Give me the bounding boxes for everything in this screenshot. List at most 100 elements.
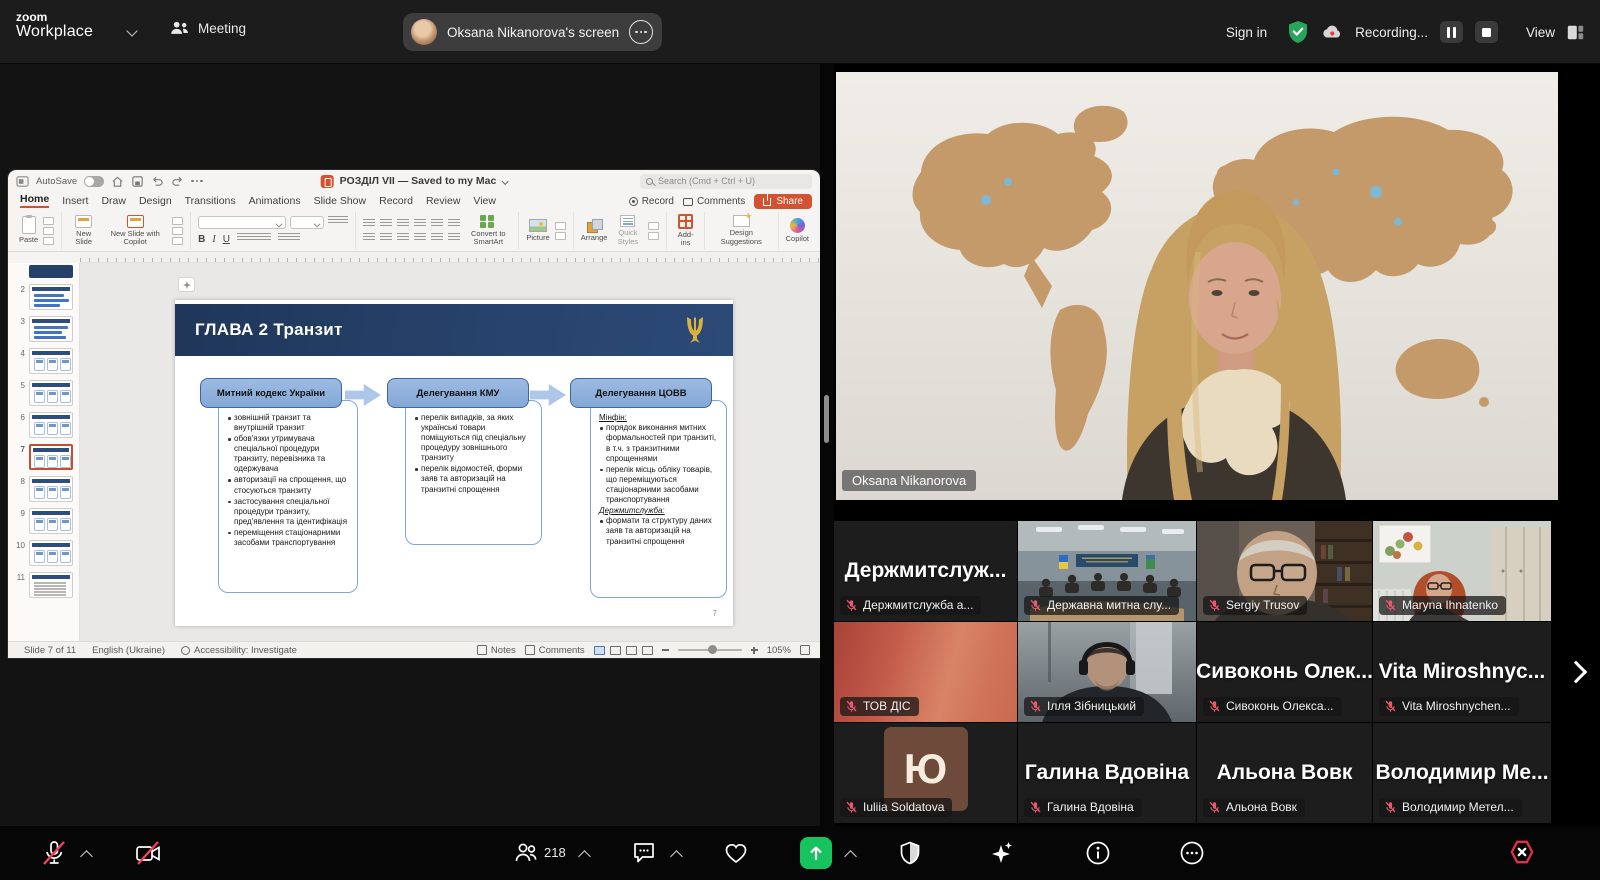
tab-record[interactable]: Record bbox=[379, 195, 413, 208]
home-icon[interactable] bbox=[111, 175, 124, 188]
slide-canvas[interactable]: ГЛАВА 2 Транзит Митний кодекс України Де… bbox=[80, 263, 820, 641]
normal-view-icon[interactable] bbox=[594, 646, 605, 655]
zoom-slider-knob[interactable] bbox=[708, 645, 717, 654]
slideshow-view-icon[interactable] bbox=[642, 646, 653, 655]
view-button[interactable]: View bbox=[1526, 25, 1555, 40]
tab-meeting[interactable]: Meeting bbox=[170, 20, 246, 36]
participant-tile[interactable]: Володимир Ме... Володимир Метел... bbox=[1373, 723, 1551, 823]
tab-home[interactable]: Home bbox=[20, 193, 49, 208]
thumbnail-slide-4[interactable] bbox=[29, 348, 73, 374]
thumbnail-row[interactable]: 5 bbox=[14, 380, 75, 406]
text-box-icon[interactable] bbox=[555, 232, 566, 240]
justify-icon[interactable] bbox=[414, 233, 426, 242]
font-name-select[interactable] bbox=[198, 216, 286, 229]
participant-tile[interactable]: Держмитслуж... Держмитслужба а... bbox=[834, 521, 1017, 621]
thumbnail-slide-7-selected[interactable] bbox=[29, 444, 73, 470]
more-button[interactable] bbox=[1178, 839, 1206, 867]
thumbnail-slide-9[interactable] bbox=[29, 508, 73, 534]
participant-tile[interactable]: Ілля Зібницький bbox=[1018, 622, 1196, 722]
bullets-icon[interactable] bbox=[363, 219, 375, 228]
accessibility-status[interactable]: Accessibility: Investigate bbox=[181, 645, 297, 656]
tab-slide-show[interactable]: Slide Show bbox=[314, 195, 367, 208]
paste-button[interactable]: Paste bbox=[19, 216, 38, 244]
thumbnail-row[interactable]: 9 bbox=[14, 508, 75, 534]
share-screen-button[interactable] bbox=[800, 837, 832, 869]
record-button[interactable]: Record bbox=[629, 196, 674, 207]
align-left-icon[interactable] bbox=[363, 233, 375, 242]
shape-fill-icon[interactable] bbox=[648, 222, 659, 230]
design-suggestions-button[interactable]: Design Suggestions bbox=[712, 215, 771, 246]
participants-button[interactable] bbox=[512, 839, 540, 867]
language-indicator[interactable]: English (Ukraine) bbox=[92, 645, 165, 656]
title-chevron-down-icon[interactable] bbox=[501, 177, 508, 184]
participant-tile[interactable]: Maryna Ihnatenko bbox=[1373, 521, 1551, 621]
layout-icon[interactable] bbox=[172, 217, 183, 225]
zoom-slider[interactable] bbox=[678, 649, 742, 651]
bold-button[interactable]: B bbox=[198, 234, 205, 245]
zoom-level[interactable]: 105% bbox=[767, 645, 791, 656]
thumbnail-slide-8[interactable] bbox=[29, 476, 73, 502]
align-right-icon[interactable] bbox=[397, 233, 409, 242]
font-size-select[interactable] bbox=[290, 216, 324, 229]
participant-tile[interactable]: Галина Вдовіна Галина Вдовіна bbox=[1018, 723, 1196, 823]
participant-tile[interactable]: Сивоконь Олек... Сивоконь Олекса... bbox=[1197, 622, 1372, 722]
thumbnail-slide-3[interactable] bbox=[29, 316, 73, 342]
font-grow-shrink-icons[interactable] bbox=[328, 216, 348, 225]
more-commands-icon[interactable] bbox=[191, 180, 203, 183]
thumbnail-row[interactable]: 2 bbox=[14, 284, 75, 310]
security-button[interactable] bbox=[896, 839, 924, 867]
tab-review[interactable]: Review bbox=[426, 195, 460, 208]
share-options-chevron-icon[interactable] bbox=[844, 850, 857, 863]
thumbnail-row[interactable]: 10 bbox=[14, 540, 75, 566]
line-spacing-icon[interactable] bbox=[431, 219, 443, 228]
autosave-toggle[interactable] bbox=[84, 176, 104, 187]
sections-icon[interactable] bbox=[172, 237, 183, 245]
cut-icon[interactable] bbox=[43, 217, 54, 225]
copilot-button[interactable]: Copilot bbox=[786, 218, 809, 243]
design-ideas-floating-button[interactable] bbox=[178, 277, 195, 292]
reactions-button[interactable] bbox=[722, 839, 750, 867]
thumbnail-slide-11[interactable] bbox=[29, 572, 73, 598]
zoom-in-icon[interactable] bbox=[751, 647, 758, 654]
tab-transitions[interactable]: Transitions bbox=[185, 195, 236, 208]
convert-smartart-button[interactable]: Convert to SmartArt bbox=[465, 215, 511, 247]
participant-tile[interactable]: ТОВ ДІС bbox=[834, 622, 1017, 722]
tab-design[interactable]: Design bbox=[139, 195, 172, 208]
copy-icon[interactable] bbox=[43, 227, 54, 235]
participant-tile[interactable]: Державна митна слу... bbox=[1018, 521, 1196, 621]
view-layout-icon[interactable] bbox=[1567, 25, 1584, 40]
participant-tile[interactable]: Ю Iuliia Soldatova bbox=[834, 723, 1017, 823]
notes-button[interactable]: Notes bbox=[477, 645, 516, 656]
screen-tab-options-button[interactable] bbox=[629, 20, 653, 44]
chat-button[interactable] bbox=[630, 839, 658, 867]
slide-sorter-view-icon[interactable] bbox=[610, 646, 621, 655]
save-icon[interactable] bbox=[131, 175, 144, 188]
tab-view[interactable]: View bbox=[473, 195, 496, 208]
align-text-icon[interactable] bbox=[431, 233, 443, 242]
numbering-icon[interactable] bbox=[380, 219, 392, 228]
tab-draw[interactable]: Draw bbox=[101, 195, 126, 208]
shape-outline-icon[interactable] bbox=[648, 232, 659, 240]
thumbnail-slide-5[interactable] bbox=[29, 380, 73, 406]
video-button[interactable] bbox=[134, 839, 162, 867]
thumbnail-slide-6[interactable] bbox=[29, 412, 73, 438]
gallery-next-page-button[interactable] bbox=[1565, 660, 1587, 686]
thumbnail-row[interactable]: 8 bbox=[14, 476, 75, 502]
add-ins-button[interactable]: Add-ins bbox=[674, 214, 696, 248]
mute-options-chevron-icon[interactable] bbox=[80, 850, 93, 863]
sign-in-link[interactable]: Sign in bbox=[1226, 25, 1267, 40]
share-button[interactable]: Share bbox=[754, 194, 812, 209]
underline-button[interactable]: U bbox=[223, 234, 230, 245]
participants-chevron-icon[interactable] bbox=[578, 850, 591, 863]
tab-animations[interactable]: Animations bbox=[249, 195, 301, 208]
columns-icon[interactable] bbox=[448, 233, 460, 242]
font-color-icons[interactable] bbox=[278, 233, 300, 242]
text-direction-icon[interactable] bbox=[448, 219, 460, 228]
participant-tile[interactable]: Sergiy Trusov bbox=[1197, 521, 1372, 621]
reset-icon[interactable] bbox=[172, 227, 183, 235]
reading-view-icon[interactable] bbox=[626, 646, 637, 655]
fit-to-window-icon[interactable] bbox=[800, 645, 810, 655]
participant-tile[interactable]: Альона Вовк Альона Вовк bbox=[1197, 723, 1372, 823]
quick-styles-button[interactable]: Quick Styles bbox=[612, 215, 643, 246]
text-effects-icons[interactable] bbox=[237, 233, 271, 242]
